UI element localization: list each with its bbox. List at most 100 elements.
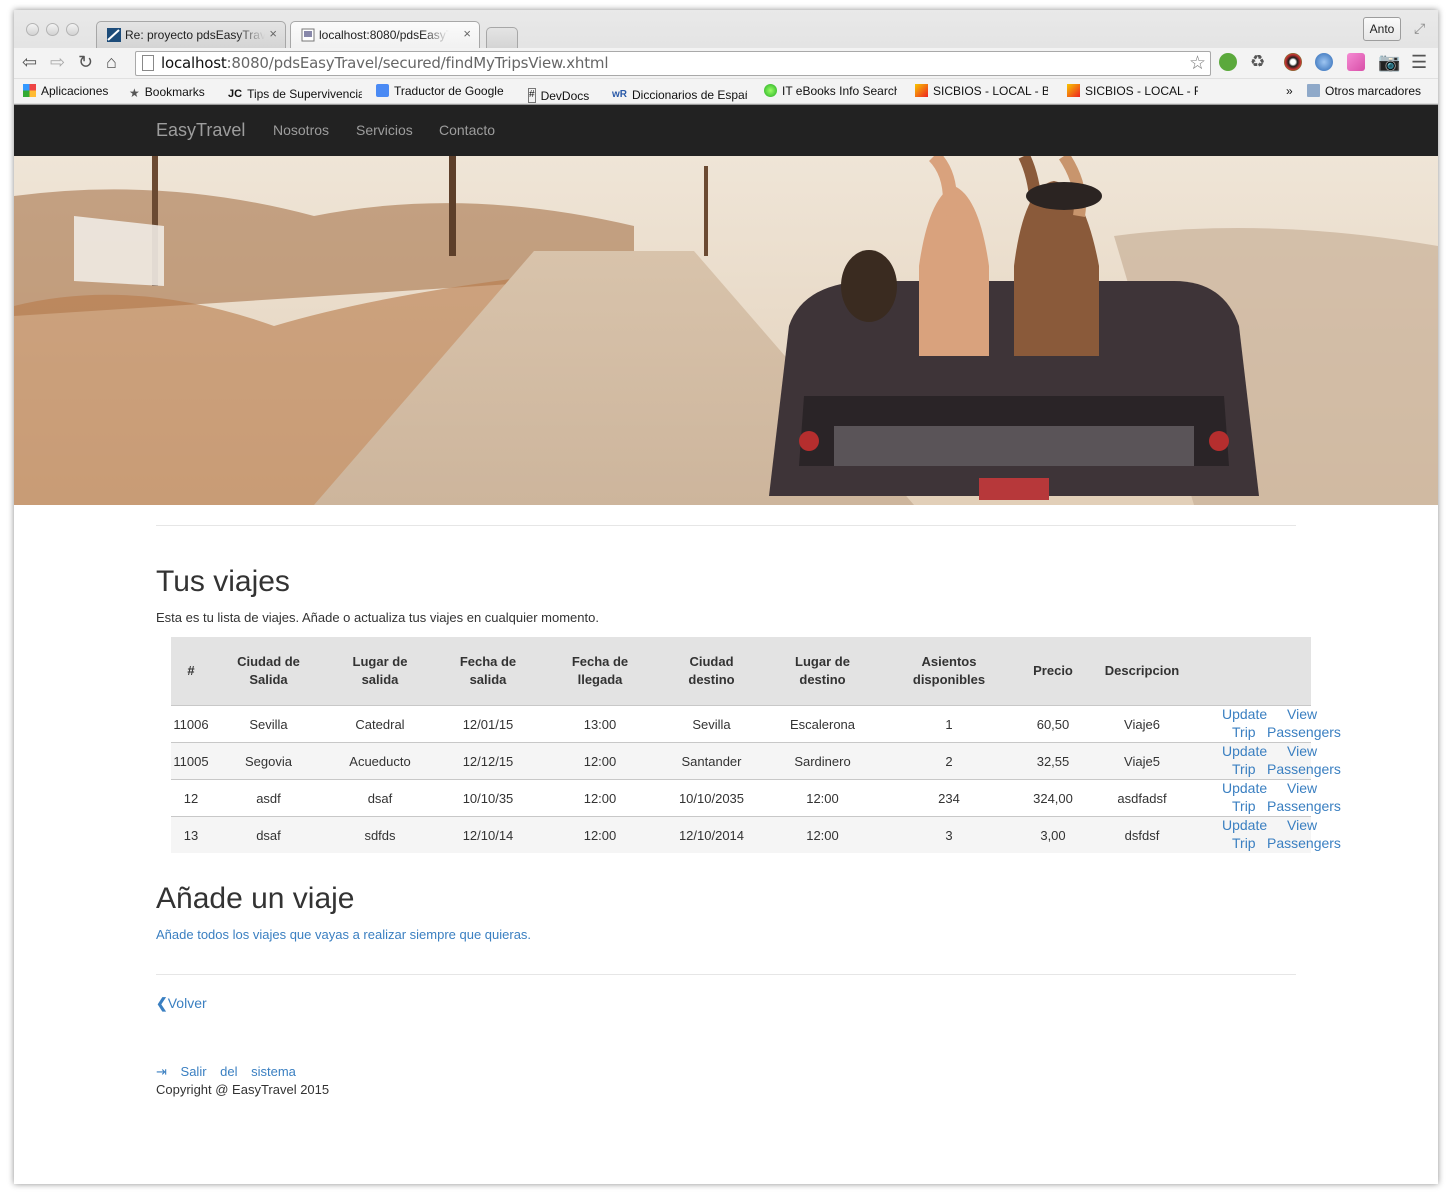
- logout-icon: ⇥: [156, 1064, 167, 1079]
- extension-recycle-icon[interactable]: ♻: [1250, 52, 1265, 72]
- view-passengers-link-1[interactable]: View: [1287, 817, 1317, 833]
- cell-asientos: 2: [880, 742, 1018, 780]
- bookmark-traductor[interactable]: Traductor de Google: [376, 84, 504, 98]
- update-trip-link-1[interactable]: Update: [1222, 743, 1267, 759]
- jc-icon: JC: [228, 88, 243, 100]
- translate-icon: [376, 84, 389, 97]
- bookmark-it-ebooks[interactable]: IT eBooks Info Search: [764, 84, 897, 98]
- table-header-row: # Ciudad de Salida Lugar de salida Fecha d…: [171, 637, 1311, 706]
- bookmark-bookmarks[interactable]: ★ Bookmarks: [129, 84, 205, 100]
- col-header-lugar-salida: Lugar de salida: [326, 637, 434, 706]
- bookmark-star-icon[interactable]: ☆: [1189, 52, 1206, 75]
- minimize-window-button[interactable]: [46, 23, 59, 36]
- page-title: Tus viajes: [156, 565, 290, 598]
- view-passengers-link-2[interactable]: Passengers: [1267, 724, 1341, 740]
- table-row: 13 dsaf sdfds 12/10/14 12:00 12/10/2014 12:00 3…: [171, 816, 1341, 853]
- bookmark-sicbios-2[interactable]: SICBIOS - LOCAL - F: [1067, 84, 1198, 98]
- row-actions: Update Trip View Passengers: [1196, 742, 1341, 780]
- reload-icon[interactable]: ↻: [78, 52, 93, 73]
- zoom-window-button[interactable]: [66, 23, 79, 36]
- update-trip-link-2[interactable]: Trip: [1232, 761, 1256, 777]
- cell-ciudad-salida: dsaf: [211, 816, 326, 853]
- new-tab-button[interactable]: [486, 27, 518, 48]
- update-trip-link-1[interactable]: Update: [1222, 706, 1267, 722]
- brand-logo[interactable]: EasyTravel: [156, 120, 245, 141]
- tab-close-icon[interactable]: ×: [463, 26, 471, 41]
- extension-evernote-icon[interactable]: [1219, 53, 1237, 71]
- view-passengers-link-2[interactable]: Passengers: [1267, 835, 1341, 851]
- update-trip-link-2[interactable]: Trip: [1232, 724, 1256, 740]
- address-bar[interactable]: localhost:8080/pdsEasyTravel/secured/fin…: [135, 51, 1211, 76]
- nav-contacto[interactable]: Contacto: [439, 122, 495, 138]
- other-bookmarks[interactable]: Otros marcadores: [1307, 84, 1421, 98]
- col-header-ciudad-destino: Ciudad destino: [658, 637, 765, 706]
- table-row: 11005 Segovia Acueducto 12/12/15 12:00 Santan…: [171, 742, 1341, 780]
- cell-fecha-salida: 12/01/15: [434, 705, 542, 743]
- update-trip-link-1[interactable]: Update: [1222, 817, 1267, 833]
- divider-bottom: [156, 974, 1296, 975]
- extension-pink-icon[interactable]: [1347, 53, 1365, 71]
- add-trip-link[interactable]: Añade todos los viajes que vayas a reali…: [156, 927, 531, 942]
- bookmark-aplicaciones[interactable]: Aplicaciones: [23, 84, 108, 98]
- col-header-ciudad-salida: Ciudad de Salida: [211, 637, 326, 706]
- view-passengers-link-2[interactable]: Passengers: [1267, 798, 1341, 814]
- back-link[interactable]: ❮Volver: [156, 995, 207, 1012]
- url-text[interactable]: localhost:8080/pdsEasyTravel/secured/fin…: [161, 54, 608, 72]
- back-icon[interactable]: ⇦: [22, 52, 37, 73]
- cell-ciudad-destino: Santander: [658, 742, 765, 780]
- update-trip-link-2[interactable]: Trip: [1232, 835, 1256, 851]
- bookmark-sicbios-1[interactable]: SICBIOS - LOCAL - BA: [915, 84, 1048, 98]
- cell-lugar-salida: sdfds: [326, 816, 434, 853]
- bookmark-diccionarios[interactable]: wRDiccionarios de Español: [612, 84, 747, 102]
- browser-window: Re: proyecto pdsEasyTravel × localhost:8…: [14, 10, 1438, 1184]
- browser-chrome: Re: proyecto pdsEasyTravel × localhost:8…: [14, 10, 1438, 105]
- forward-icon[interactable]: ⇨: [50, 52, 65, 73]
- extension-camera-icon[interactable]: 📷: [1378, 52, 1400, 73]
- cell-fecha-salida: 12/12/15: [434, 742, 542, 780]
- tab-re-proyecto[interactable]: Re: proyecto pdsEasyTravel ×: [96, 21, 286, 48]
- cell-fecha-salida: 10/10/35: [434, 779, 542, 817]
- navbar: EasyTravel Nosotros Servicios Contacto: [14, 105, 1438, 156]
- menu-icon[interactable]: ☰: [1411, 52, 1427, 73]
- wr-icon: wR: [612, 89, 627, 100]
- extension-globe-icon[interactable]: [1315, 53, 1333, 71]
- tab-localhost[interactable]: localhost:8080/pdsEasyTravel ×: [290, 21, 480, 48]
- cell-precio: 60,50: [1018, 705, 1088, 743]
- apps-grid-icon: [23, 84, 36, 97]
- view-passengers-link-1[interactable]: View: [1287, 706, 1317, 722]
- home-icon[interactable]: ⌂: [106, 52, 117, 73]
- nav-nosotros[interactable]: Nosotros: [273, 122, 329, 138]
- tab-close-icon[interactable]: ×: [269, 26, 277, 41]
- page-favicon-icon: [301, 28, 315, 42]
- update-trip-link-1[interactable]: Update: [1222, 780, 1267, 796]
- hash-icon: #: [528, 88, 536, 103]
- cell-lugar-salida: dsaf: [326, 779, 434, 817]
- extension-color-icon[interactable]: [1284, 53, 1302, 71]
- fullscreen-icon[interactable]: ⤢: [1414, 20, 1425, 37]
- cell-ciudad-destino: 10/10/2035: [658, 779, 765, 817]
- col-header-fecha-salida: Fecha de salida: [434, 637, 542, 706]
- cell-lugar-destino: 12:00: [765, 816, 880, 853]
- view-passengers-link-1[interactable]: View: [1287, 780, 1317, 796]
- bookmark-devdocs[interactable]: # DevDocs: [528, 84, 589, 103]
- star-icon: ★: [129, 86, 140, 100]
- update-trip-link-2[interactable]: Trip: [1232, 798, 1256, 814]
- cell-lugar-salida: Catedral: [326, 705, 434, 743]
- bookmarks-overflow[interactable]: »: [1286, 84, 1293, 98]
- copyright-text: Copyright @ EasyTravel 2015: [156, 1082, 330, 1097]
- bookmark-tips[interactable]: JC Tips de Supervivencia: [228, 84, 362, 101]
- green-ball-icon: [764, 84, 777, 97]
- view-passengers-link-1[interactable]: View: [1287, 743, 1317, 759]
- nav-servicios[interactable]: Servicios: [356, 122, 413, 138]
- view-passengers-link-2[interactable]: Passengers: [1267, 761, 1341, 777]
- divider-top: [156, 525, 1296, 526]
- chevron-left-icon: ❮: [156, 995, 168, 1011]
- trips-table: # Ciudad de Salida Lugar de salida Fecha d…: [171, 637, 1341, 853]
- cell-asientos: 234: [880, 779, 1018, 817]
- tab-title: Re: proyecto pdsEasyTravel: [125, 28, 265, 42]
- logout-link[interactable]: ⇥ Salir del sistema: [156, 1064, 296, 1080]
- cell-id: 11006: [171, 705, 211, 743]
- profile-button[interactable]: Anto: [1363, 17, 1401, 41]
- close-window-button[interactable]: [26, 23, 39, 36]
- cell-precio: 32,55: [1018, 742, 1088, 780]
